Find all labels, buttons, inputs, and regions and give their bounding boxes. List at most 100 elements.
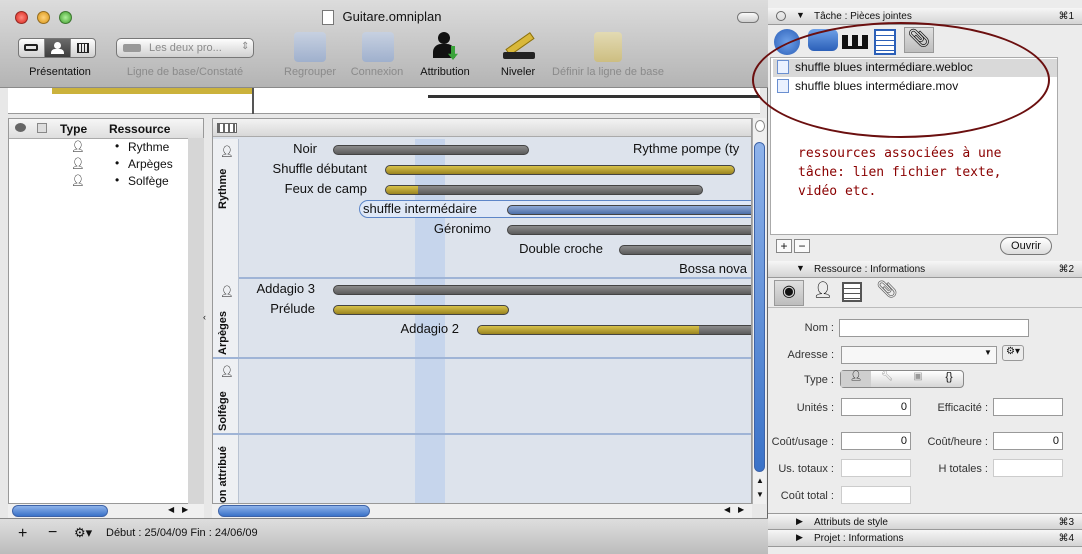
task-label[interactable]: Bossa nova [633, 261, 747, 276]
task-label[interactable]: Noir [249, 141, 317, 156]
group-button[interactable]: Regrouper [280, 66, 340, 78]
level-icon[interactable] [503, 32, 535, 62]
connect-icon[interactable] [362, 32, 394, 62]
add-button[interactable]: + [18, 525, 27, 543]
checkbox-column-icon[interactable] [37, 123, 47, 133]
column-type[interactable]: Type [60, 122, 87, 136]
level-button[interactable]: Niveler [494, 66, 542, 78]
collapse-arrow-icon[interactable]: ‹ [203, 312, 206, 322]
staff-type-icon[interactable]: 👤︎ [841, 371, 871, 387]
title-bar: Guitare.omniplan Présentation Les deux p… [0, 0, 768, 88]
address-gear-icon[interactable]: ⚙▾ [1002, 345, 1024, 361]
task-bar[interactable] [333, 305, 509, 315]
resource-row-selected[interactable]: 👤︎ • Arpèges [9, 156, 189, 173]
task-label[interactable]: Prélude [249, 301, 315, 316]
set-baseline-button[interactable]: Définir la ligne de base [544, 66, 672, 78]
resource-info-tab-icon[interactable]: ◉ [774, 280, 804, 306]
task-bar[interactable] [477, 325, 751, 335]
task-bar[interactable] [507, 225, 751, 235]
scroll-up-icon[interactable]: ▲ [756, 476, 764, 485]
disclosure-right-icon[interactable]: ▶ [796, 532, 803, 543]
lane-unassigned: on attribué [213, 435, 751, 503]
task-bar[interactable] [619, 245, 751, 255]
baseline-select[interactable]: Les deux pro... ⇕ [116, 38, 254, 58]
vertical-scrollbar[interactable]: ▲ ▼ [752, 118, 766, 504]
disclosure-right-icon[interactable]: ▶ [796, 516, 803, 527]
equipment-type-icon[interactable]: 🔧︎ [872, 371, 902, 387]
units-field[interactable]: 0 [841, 398, 911, 416]
task-label[interactable]: Feux de camp [249, 181, 367, 196]
scroll-thumb[interactable] [12, 505, 108, 517]
open-button[interactable]: Ouvrir [1000, 237, 1052, 255]
connect-button[interactable]: Connexion [346, 66, 408, 78]
group-icon[interactable] [294, 32, 326, 62]
presentation-segmented-control[interactable] [18, 38, 96, 58]
disclosure-down-icon[interactable]: ▼ [796, 263, 805, 273]
task-bar[interactable] [385, 185, 703, 195]
task-bar[interactable] [385, 165, 735, 175]
name-field[interactable] [839, 319, 1029, 337]
scroll-left-icon[interactable]: ◀ [168, 505, 174, 514]
cost-hour-field[interactable]: 0 [993, 432, 1063, 450]
gantt-chart[interactable]: 👤︎ Rythme 👤︎ Arpèges 👤︎ Solfège on attri… [212, 118, 752, 504]
scroll-down-icon[interactable]: ▼ [756, 490, 764, 499]
lane-name: Arpèges [217, 310, 229, 355]
outline-horizontal-scrollbar[interactable]: ◀ ▶ [8, 504, 204, 518]
gear-icon[interactable]: ⚙▾ [74, 525, 92, 541]
type-label: Type : [804, 374, 834, 386]
task-bar[interactable] [333, 285, 751, 295]
task-label[interactable]: Géronimo [373, 221, 491, 236]
zoom-icon[interactable] [755, 120, 765, 132]
task-label[interactable]: Addagio 2 [363, 321, 459, 336]
set-baseline-icon[interactable] [594, 32, 622, 62]
disclosure-down-icon[interactable]: ▼ [796, 10, 805, 20]
resource-info-header[interactable]: ▼ Ressource : Informations ⌘2 [768, 261, 1082, 278]
collapse-circle-icon[interactable] [776, 11, 786, 21]
scroll-right-icon[interactable]: ▶ [182, 505, 188, 514]
project-info-header[interactable]: ▶ Projet : Informations ⌘4 [768, 530, 1082, 547]
lane-name: on attribué [217, 446, 229, 503]
resource-row[interactable]: 👤︎ • Rythme [9, 139, 189, 156]
remove-button[interactable]: − [48, 524, 57, 542]
outline-side-panel [188, 138, 204, 504]
resource-notes-tab-icon[interactable] [842, 282, 862, 302]
column-resource[interactable]: Ressource [109, 122, 170, 136]
lane-label: 👤︎ Solfège [213, 359, 239, 433]
style-attributes-header[interactable]: ▶ Attributs de style ⌘3 [768, 513, 1082, 530]
resource-row[interactable]: 👤︎ • Solfège [9, 173, 189, 190]
cost-use-field[interactable]: 0 [841, 432, 911, 450]
task-label[interactable]: Addagio 3 [249, 281, 315, 296]
task-label[interactable]: Double croche [463, 241, 603, 256]
calendar-view-icon[interactable] [71, 39, 95, 57]
address-field[interactable] [841, 346, 997, 364]
task-label[interactable]: Shuffle débutant [249, 161, 367, 176]
assign-button[interactable]: Attribution [414, 66, 476, 78]
task-view-icon[interactable] [19, 39, 45, 57]
resource-schedule-tab-icon[interactable]: 👤︎ [808, 280, 838, 306]
resource-view-icon[interactable] [45, 39, 71, 57]
bullet: • [115, 173, 120, 187]
scale-icon[interactable] [217, 123, 237, 133]
toolbar-toggle-button[interactable] [737, 12, 759, 23]
scroll-thumb[interactable] [754, 142, 765, 472]
note-icon[interactable] [15, 123, 26, 132]
group-type-icon[interactable]: {} [934, 371, 964, 387]
dropdown-arrow-icon[interactable]: ▼ [984, 348, 992, 357]
resource-attachments-tab-icon[interactable]: 📎︎ [872, 280, 902, 306]
lane-label: on attribué [213, 435, 239, 503]
add-attachment-button[interactable]: + [776, 239, 792, 253]
remove-attachment-button[interactable]: − [794, 239, 810, 253]
scroll-thumb[interactable] [218, 505, 370, 517]
task-label[interactable]: shuffle intermédaire [363, 201, 477, 216]
assign-icon[interactable] [432, 32, 458, 62]
efficiency-field[interactable] [993, 398, 1063, 416]
scroll-left-icon[interactable]: ◀ [724, 505, 730, 514]
task-bar[interactable] [333, 145, 529, 155]
material-type-icon[interactable]: ▣ [903, 371, 933, 387]
type-segmented-control[interactable]: 👤︎ 🔧︎ ▣ {} [840, 370, 964, 388]
scroll-right-icon[interactable]: ▶ [738, 505, 744, 514]
task-bar[interactable] [507, 205, 751, 215]
outline-header: Type Ressource [9, 119, 203, 139]
task-label[interactable]: Rythme pompe (ty [633, 141, 739, 156]
chart-horizontal-scrollbar[interactable]: ◀ ▶ [212, 504, 752, 518]
